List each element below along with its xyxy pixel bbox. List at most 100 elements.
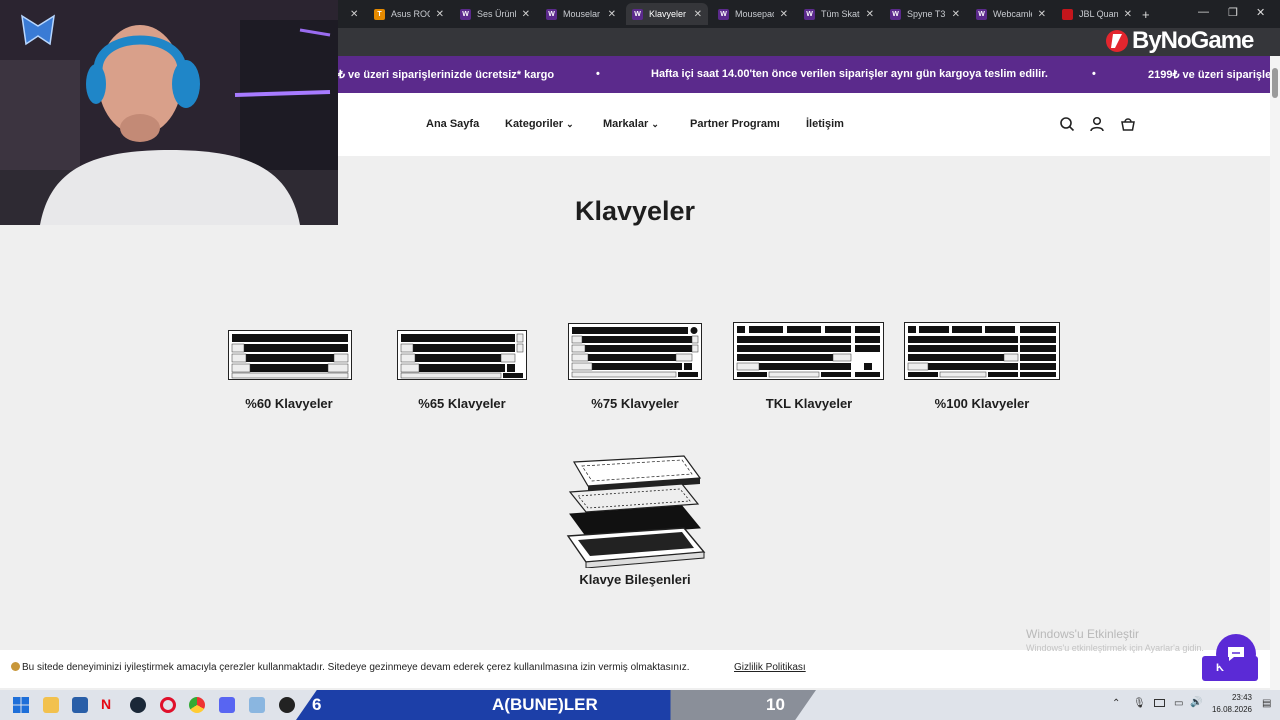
nav-contact[interactable]: İletişim	[806, 118, 844, 130]
close-window-button[interactable]: ✕	[1256, 6, 1265, 19]
scoreboard-title: A(BUNE)LER	[492, 695, 598, 714]
nav-home[interactable]: Ana Sayfa	[426, 118, 479, 130]
nav-brands[interactable]: Markalar ⌄	[603, 118, 659, 130]
close-tab-icon[interactable]: ✕	[694, 9, 702, 20]
nav-brands-label: Markalar	[603, 118, 649, 130]
page-title: Klavyeler	[574, 196, 696, 226]
opera-icon[interactable]	[160, 697, 176, 713]
browser-tab[interactable]: W Spyne T3 ✕	[884, 3, 966, 25]
category-card-65[interactable]: %65 Klavyeler	[390, 320, 534, 420]
chrome-icon[interactable]	[189, 697, 205, 713]
new-tab-button[interactable]: +	[1136, 3, 1152, 25]
notifications-icon[interactable]: ▤	[1262, 698, 1271, 709]
tray-chevron-icon[interactable]: ⌃	[1112, 698, 1120, 709]
tab-label: Klavyeler	[649, 9, 687, 19]
webcam-overlay	[0, 0, 338, 225]
browser-tab[interactable]: W Tüm Skate ✕	[798, 3, 880, 25]
file-explorer-icon[interactable]	[43, 697, 59, 713]
microphone-icon[interactable]: 🎙	[1133, 698, 1146, 709]
category-label: %65 Klavyeler	[418, 396, 506, 411]
browser-tab[interactable]: W Klavyeler ✕	[626, 3, 708, 25]
chat-icon	[1228, 647, 1244, 661]
close-tab-icon[interactable]: ✕	[1038, 9, 1046, 20]
scoreboard-right-score: 10	[766, 695, 785, 714]
close-tab-icon[interactable]: ✕	[350, 9, 358, 20]
browser-tab[interactable]: W Ses Ürünle ✕	[454, 3, 536, 25]
category-card-tkl[interactable]: TKL Klavyeler	[726, 320, 892, 420]
category-label: TKL Klavyeler	[765, 396, 853, 411]
network-icon[interactable]: ▭	[1174, 698, 1183, 709]
scrollbar-thumb[interactable]	[1272, 68, 1278, 98]
privacy-policy-link[interactable]: Gizlilik Politikası	[734, 662, 806, 673]
announcement-item: ₺ ve üzeri siparişlerinizde ücretsiz* ka…	[338, 69, 555, 81]
maximize-button[interactable]: ❐	[1228, 6, 1238, 19]
tab-favicon-icon: W	[632, 8, 643, 20]
windows-start-icon[interactable]	[13, 697, 29, 713]
category-card-60[interactable]: %60 Klavyeler	[218, 320, 360, 420]
chevron-down-icon: ⌄	[651, 119, 659, 129]
app-icon[interactable]	[249, 697, 265, 713]
cookie-text: Bu sitede deneyiminizi iyileştirmek amac…	[22, 662, 690, 673]
minimize-button[interactable]: —	[1198, 6, 1209, 18]
discord-icon[interactable]	[219, 697, 235, 713]
browser-tab[interactable]: JBL Quant ✕	[1056, 3, 1138, 25]
category-label: %60 Klavyeler	[245, 396, 333, 411]
tab-label: JBL Quant	[1079, 9, 1118, 19]
netflix-icon[interactable]: N	[101, 696, 117, 712]
keyboard-components-icon	[566, 455, 706, 568]
account-icon[interactable]	[1089, 116, 1105, 132]
tab-favicon-icon: W	[976, 8, 987, 20]
category-card-75[interactable]: %75 Klavyeler	[562, 320, 708, 420]
clock-date[interactable]: 16.08.2026	[1206, 705, 1252, 714]
announcement-separator: •	[596, 68, 600, 80]
store-icon[interactable]	[72, 697, 88, 713]
page-scrollbar[interactable]	[1270, 56, 1280, 690]
clock-time[interactable]: 23:43	[1212, 693, 1252, 702]
category-card-components[interactable]: Klavye Bileşenleri	[560, 450, 710, 590]
tab-label: Mouselar	[563, 9, 601, 19]
category-card-100[interactable]: %100 Klavyeler	[900, 320, 1064, 420]
bynogame-mark-icon	[1106, 30, 1128, 52]
category-label: Klavye Bileşenleri	[579, 572, 691, 587]
close-tab-icon[interactable]: ✕	[866, 9, 874, 20]
browser-tab[interactable]: W Mouselar ✕	[540, 3, 622, 25]
tab-favicon-icon: W	[804, 8, 815, 20]
bynogame-logo: ByNoGame	[1104, 27, 1254, 55]
keyboard-tkl-icon	[733, 322, 884, 380]
cart-icon[interactable]	[1120, 116, 1136, 132]
tab-favicon-icon	[1062, 8, 1073, 20]
search-icon[interactable]	[1059, 116, 1075, 132]
nav-partner-program[interactable]: Partner Programı	[690, 118, 780, 130]
nav-categories[interactable]: Kategoriler ⌄	[505, 118, 574, 130]
tab-partial[interactable]: ✕	[338, 3, 362, 25]
windows-activation-title: Windows'u Etkinleştir	[1026, 627, 1139, 641]
tab-favicon-icon: T	[374, 8, 385, 20]
tab-favicon-icon: W	[546, 8, 557, 20]
browser-tab[interactable]: W Webcamle ✕	[970, 3, 1052, 25]
close-tab-icon[interactable]: ✕	[608, 9, 616, 20]
close-tab-icon[interactable]: ✕	[780, 9, 788, 20]
browser-tab[interactable]: W Mousepad ✕	[712, 3, 794, 25]
volume-icon[interactable]: 🔊	[1190, 697, 1202, 708]
obs-icon[interactable]	[279, 697, 295, 713]
keyboard-75-icon	[568, 323, 702, 380]
chat-widget-button[interactable]	[1216, 634, 1256, 674]
scoreboard-left-score: 6	[312, 695, 322, 714]
streamer-logo-icon	[21, 14, 55, 46]
chevron-down-icon: ⌄	[566, 119, 574, 129]
keyboard-100-icon	[904, 322, 1060, 380]
keyboard-tray-icon[interactable]	[1154, 699, 1165, 707]
tab-label: Asus ROG	[391, 9, 430, 19]
windows-activation-subtitle: Windows'u etkinleştirmek için Ayarlar'a …	[1026, 643, 1204, 653]
steam-icon[interactable]	[130, 697, 146, 713]
tab-favicon-icon: W	[460, 8, 471, 20]
browser-tab[interactable]: T Asus ROG ✕	[368, 3, 450, 25]
close-tab-icon[interactable]: ✕	[952, 9, 960, 20]
tab-label: Tüm Skate	[821, 9, 860, 19]
windows-taskbar: N 6 A(BUNE)LER 10 ⌃ 🎙 ▭ 🔊 23:43 16.08.20…	[0, 690, 1280, 720]
close-tab-icon[interactable]: ✕	[522, 9, 530, 20]
close-tab-icon[interactable]: ✕	[1124, 9, 1132, 20]
announcement-item: Hafta içi saat 14.00'ten önce verilen si…	[651, 68, 1048, 80]
close-tab-icon[interactable]: ✕	[436, 9, 444, 20]
tab-favicon-icon: W	[718, 8, 729, 20]
